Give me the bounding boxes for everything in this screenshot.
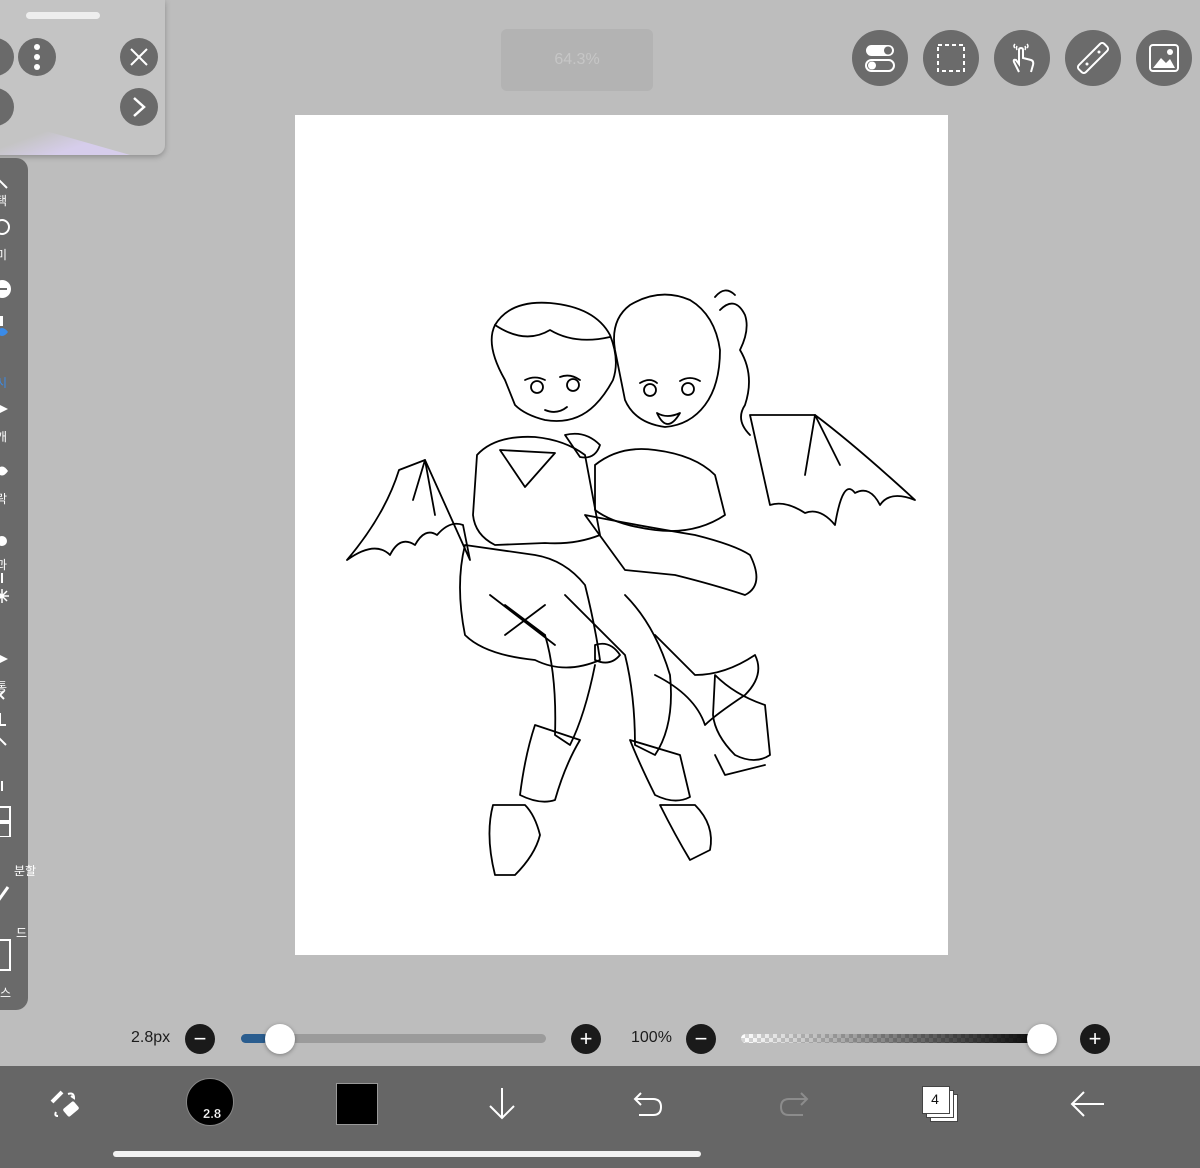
undo-button[interactable]: [630, 1080, 666, 1128]
save-download-button[interactable]: [484, 1080, 520, 1128]
redo-button[interactable]: [776, 1080, 812, 1128]
brush-size-increase-button[interactable]: +: [571, 1024, 601, 1054]
tool-eraser[interactable]: 개: [0, 398, 28, 458]
opacity-label: 100%: [631, 1029, 672, 1046]
floating-panel: [0, 0, 165, 155]
current-color-swatch: [336, 1083, 378, 1125]
magic-wand-icon: [0, 278, 12, 300]
image-icon: [1149, 44, 1179, 72]
next-button[interactable]: [120, 88, 158, 126]
brush-size-fill: [241, 1034, 268, 1043]
tool-lasso[interactable]: 미: [0, 216, 28, 276]
selection-icon: [937, 44, 965, 72]
arrow-icon: [0, 172, 12, 194]
home-indicator: [113, 1151, 701, 1157]
opacity-slider-knob[interactable]: [1027, 1024, 1057, 1054]
brush-size-label: 2.8px: [131, 1029, 171, 1046]
arrow-left-icon: [1070, 1091, 1104, 1117]
tool-smudge[interactable]: 락: [0, 460, 28, 520]
toggle-icon: [865, 45, 895, 72]
brush-size-decrease-button[interactable]: −: [185, 1024, 215, 1054]
ruler-button[interactable]: [1065, 30, 1121, 86]
opacity-decrease-button[interactable]: −: [686, 1024, 716, 1054]
tool-sparkle[interactable]: [0, 573, 28, 638]
selection-button[interactable]: [923, 30, 979, 86]
tool-sidebar: 택 미 시 개 락 과 통 분할 드 스: [0, 158, 36, 1010]
chevron-right-icon: [133, 97, 146, 117]
tool-brush[interactable]: 시: [0, 316, 28, 390]
reference-image-button[interactable]: [1136, 30, 1192, 86]
eyedropper-icon: [0, 882, 12, 904]
drawing-canvas[interactable]: [295, 115, 948, 955]
eraser-icon: [0, 398, 12, 420]
swap-brush-eraser-button[interactable]: [44, 1080, 84, 1128]
color-picker-button[interactable]: [336, 1080, 378, 1128]
panel-left-button-2[interactable]: [0, 88, 14, 126]
tool-canvas[interactable]: 스: [0, 939, 28, 1004]
close-icon: [130, 48, 148, 66]
frame-divider-icon: [0, 781, 12, 837]
canvas-icon: [0, 939, 12, 971]
toggle-mode-button[interactable]: [852, 30, 908, 86]
brush-size-slider-knob[interactable]: [265, 1024, 295, 1054]
opacity-increase-button[interactable]: +: [1080, 1024, 1110, 1054]
more-options-button[interactable]: [18, 38, 56, 76]
panel-decoration: [0, 115, 130, 155]
tool-text[interactable]: [0, 690, 28, 768]
close-panel-button[interactable]: [120, 38, 158, 76]
brush-eraser-swap-icon: [50, 1090, 79, 1117]
lasso-icon: [0, 216, 12, 238]
touch-gesture-icon: [1012, 43, 1035, 73]
redo-icon: [779, 1092, 809, 1116]
sparkle-icon: [0, 573, 12, 603]
blur-icon: [0, 530, 12, 552]
tool-eyedropper[interactable]: 드: [0, 882, 28, 942]
smudge-icon: [0, 460, 12, 482]
touch-gesture-button[interactable]: [994, 30, 1050, 86]
text-icon: [0, 690, 12, 746]
layer-count: 4: [931, 1091, 939, 1107]
brush-preview: 2.8: [186, 1078, 234, 1126]
zoom-indicator: 64.3%: [501, 29, 653, 91]
opacity-slider[interactable]: [741, 1034, 1048, 1043]
more-vertical-icon: [34, 44, 40, 70]
brush-icon: [0, 316, 12, 340]
panel-left-button[interactable]: [0, 38, 14, 76]
undo-icon: [633, 1092, 663, 1116]
back-button[interactable]: [1068, 1080, 1108, 1128]
fill-icon: [0, 648, 12, 670]
brush-selector-button[interactable]: 2.8: [186, 1078, 234, 1126]
ruler-icon: [1077, 42, 1109, 74]
tool-frame-divider[interactable]: 분할: [0, 781, 36, 878]
layers-icon: 4: [922, 1086, 958, 1122]
line-art-illustration: [346, 289, 916, 876]
panel-grip-handle[interactable]: [26, 12, 100, 19]
layers-button[interactable]: 4: [920, 1080, 960, 1128]
arrow-down-icon: [489, 1088, 515, 1120]
